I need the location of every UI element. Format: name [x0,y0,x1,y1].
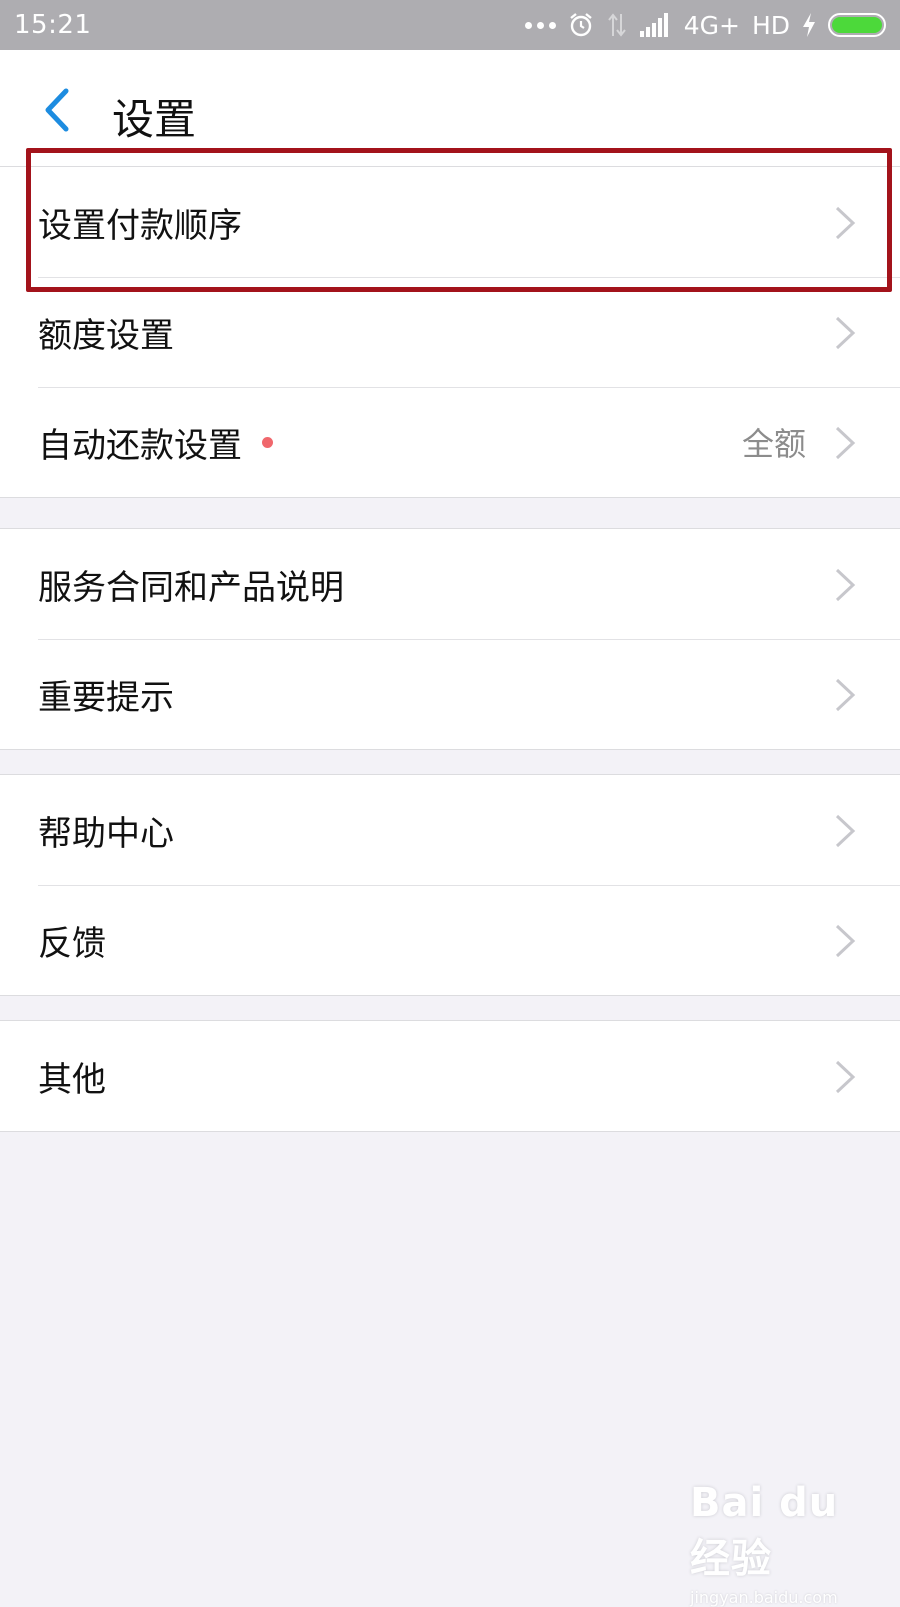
row-payment-order[interactable]: 设置付款顺序 [0,167,900,277]
row-feedback[interactable]: 反馈 [0,885,900,995]
data-arrows-icon [607,13,626,37]
chevron-left-icon[interactable] [38,85,78,135]
row-service-contract[interactable]: 服务合同和产品说明 [0,529,900,639]
chevron-right-icon [835,1060,856,1094]
chevron-right-icon [835,206,856,240]
alarm-icon [569,13,592,37]
page-title: 设置 [112,95,197,144]
row-label: 自动还款设置 [38,425,242,466]
row-important-notice[interactable]: 重要提示 [0,639,900,749]
signal-icon [639,13,668,37]
row-label: 帮助中心 [38,813,174,854]
chevron-right-icon [835,316,856,350]
chevron-right-icon [835,924,856,958]
network-type: 4G+ [683,10,740,40]
row-label: 反馈 [38,923,106,964]
settings-group-2: 服务合同和产品说明 重要提示 [0,528,900,750]
row-label: 额度设置 [38,315,174,356]
row-credit-limit[interactable]: 额度设置 [0,277,900,387]
more-dots-icon [524,21,556,29]
row-other[interactable]: 其他 [0,1021,900,1131]
hd-indicator: HD [751,10,790,40]
row-label: 重要提示 [38,677,174,718]
settings-group-1: 设置付款顺序 额度设置 自动还款设置 全额 [0,166,900,498]
chevron-right-icon [835,568,856,602]
battery-icon [828,13,886,37]
baidu-watermark: Bai du 经验 jingyan.baidu.com [690,1480,870,1607]
watermark-logo: Bai du 经验 [690,1480,839,1582]
row-label: 其他 [38,1059,106,1100]
row-label: 设置付款顺序 [38,205,242,246]
red-dot-badge [262,436,273,448]
charging-icon [803,13,815,37]
chevron-right-icon [835,678,856,712]
row-value: 全额 [741,425,806,463]
watermark-url: jingyan.baidu.com [690,1588,838,1607]
row-auto-repay[interactable]: 自动还款设置 全额 [0,387,900,497]
settings-group-3: 帮助中心 反馈 [0,774,900,996]
nav-bar: 设置 [0,50,900,170]
chevron-right-icon [835,426,856,460]
chevron-right-icon [835,814,856,848]
status-icons: 4G+ HD [524,10,886,40]
status-time: 15:21 [14,10,92,40]
settings-group-4: 其他 [0,1020,900,1132]
status-bar: 15:21 4G+ HD [0,0,900,50]
row-label: 服务合同和产品说明 [38,567,344,608]
row-help-center[interactable]: 帮助中心 [0,775,900,885]
